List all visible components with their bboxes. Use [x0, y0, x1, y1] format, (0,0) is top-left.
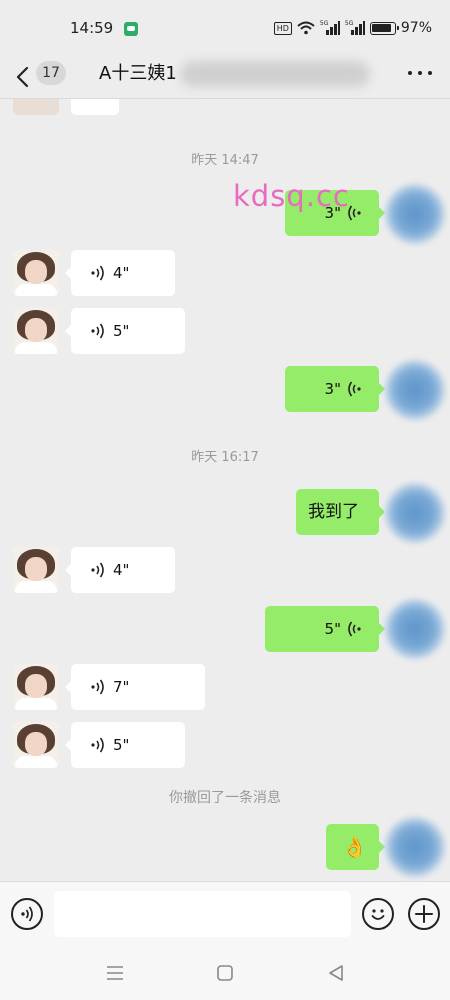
signal-5g-icon-2: 5G [345, 20, 365, 35]
voice-wave-icon [91, 679, 104, 695]
contact-avatar[interactable] [13, 547, 59, 593]
emoji-message-outgoing[interactable]: 👌 [326, 824, 385, 870]
more-icon[interactable] [408, 71, 432, 77]
ok-hand-emoji: 👌 [342, 835, 367, 859]
voice-wave-icon [91, 265, 104, 281]
message-list[interactable]: 昨天 14:47 3" kdsq.cc 4" 5" 3" 昨天 16:17 我到… [0, 99, 450, 881]
chat-header: 17 A十三姨1 [0, 55, 450, 99]
voice-duration: 7" [113, 678, 130, 696]
text-message-outgoing[interactable]: 我到了 [296, 489, 385, 535]
message-timestamp: 昨天 16:17 [191, 450, 259, 465]
watermark: kdsq.cc [233, 179, 350, 213]
unread-count-badge[interactable]: 17 [36, 61, 66, 85]
input-bar [0, 881, 450, 945]
voice-wave-icon [348, 621, 361, 637]
status-icons: HD 5G 5G 97% [273, 18, 432, 38]
voice-duration: 3" [324, 380, 341, 398]
my-avatar-blurred[interactable] [385, 184, 445, 244]
plus-sign-icon [415, 905, 433, 923]
battery-percent: 97% [400, 20, 432, 36]
voice-wave-icon [91, 323, 104, 339]
voice-duration: 5" [113, 322, 130, 340]
contact-avatar-partial[interactable] [13, 99, 59, 115]
voice-message-incoming[interactable]: 4" [65, 250, 175, 296]
my-avatar-blurred[interactable] [385, 483, 445, 543]
chat-title[interactable]: A十三姨1 [99, 62, 177, 86]
voice-wave-icon [91, 562, 104, 578]
my-avatar-blurred[interactable] [385, 599, 445, 659]
my-avatar-blurred[interactable] [385, 817, 445, 877]
title-redaction-blur [180, 61, 370, 87]
message-timestamp: 昨天 14:47 [191, 153, 259, 168]
back-triangle-icon[interactable] [325, 962, 347, 984]
signal-5g-icon-1: 5G [320, 20, 340, 35]
voice-duration: 5" [113, 736, 130, 754]
voice-duration: 4" [113, 561, 130, 579]
hd-icon: HD [273, 21, 292, 35]
voice-toggle-icon[interactable] [11, 898, 43, 930]
wifi-icon [297, 21, 315, 35]
message-input[interactable] [54, 891, 351, 937]
voice-wave-icon [348, 381, 361, 397]
voice-wave-icon [91, 737, 104, 753]
home-icon[interactable] [214, 962, 236, 984]
voice-message-incoming[interactable]: 4" [65, 547, 175, 593]
recall-notice: 你撤回了一条消息 [169, 790, 281, 806]
contact-avatar[interactable] [13, 250, 59, 296]
smiley-face-icon [371, 909, 385, 920]
voice-message-incoming[interactable]: 7" [65, 664, 205, 710]
menu-icon[interactable] [104, 962, 126, 984]
plus-icon[interactable] [408, 898, 440, 930]
contact-avatar[interactable] [13, 308, 59, 354]
wechat-notification-icon [124, 22, 138, 36]
voice-wave-icon [21, 906, 33, 922]
emoji-icon[interactable] [362, 898, 394, 930]
message-text: 我到了 [308, 502, 359, 522]
voice-duration: 4" [113, 264, 130, 282]
voice-message-outgoing[interactable]: 5" [265, 606, 385, 652]
status-time: 14:59 [70, 19, 114, 37]
message-bubble-partial[interactable] [71, 99, 119, 115]
contact-avatar[interactable] [13, 722, 59, 768]
voice-duration: 5" [324, 620, 341, 638]
contact-avatar[interactable] [13, 664, 59, 710]
voice-message-outgoing[interactable]: 3" [285, 366, 385, 412]
system-navigation-bar [0, 945, 450, 1000]
status-bar: 14:59 HD 5G 5G 97% [0, 0, 450, 55]
voice-message-incoming[interactable]: 5" [65, 308, 185, 354]
battery-icon [369, 21, 399, 35]
my-avatar-blurred[interactable] [385, 360, 445, 420]
voice-message-incoming[interactable]: 5" [65, 722, 185, 768]
back-arrow-icon[interactable] [12, 65, 36, 89]
